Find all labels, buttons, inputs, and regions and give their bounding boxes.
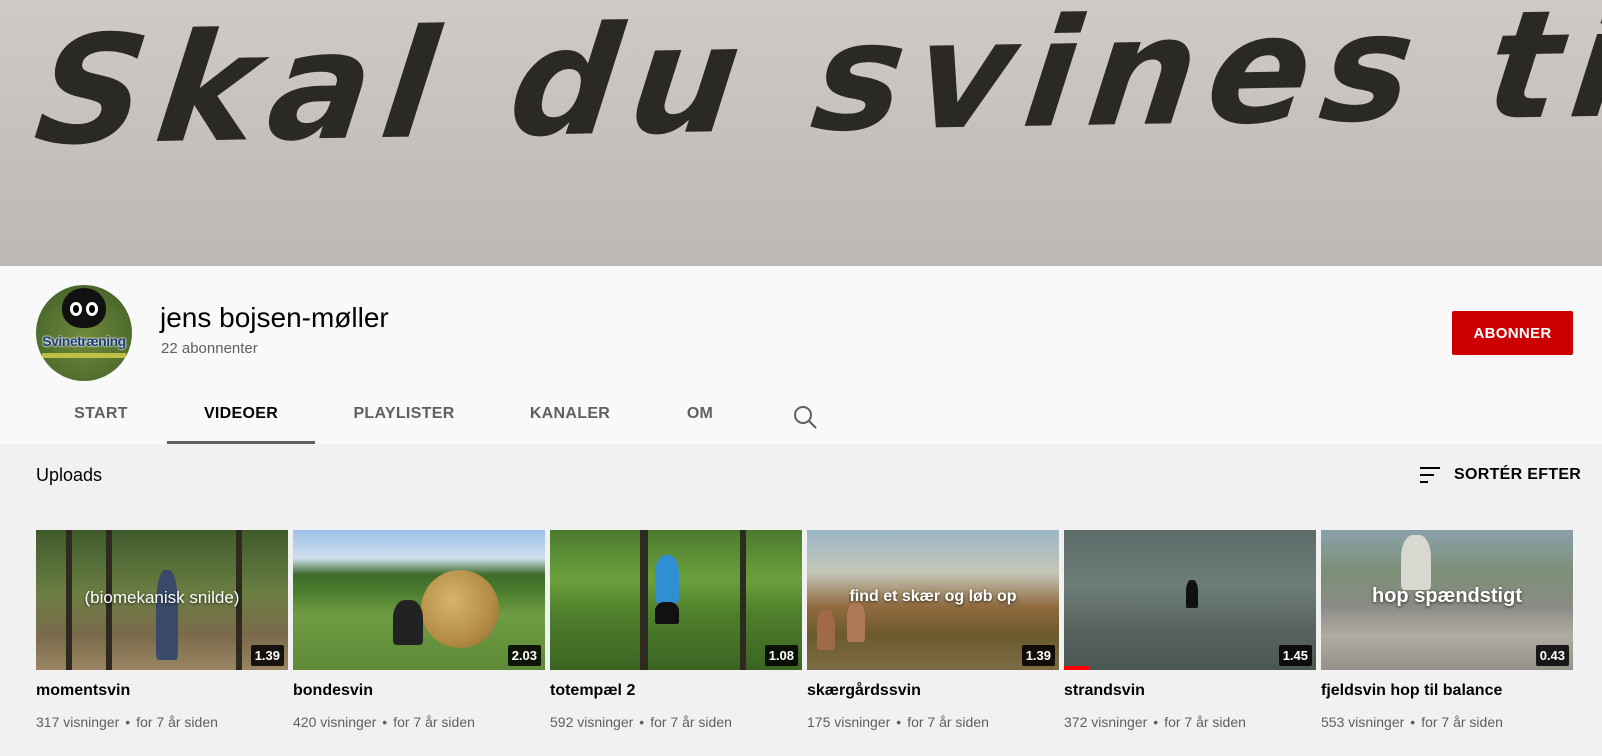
tab-playlists[interactable]: PLAYLISTER	[350, 386, 458, 444]
channel-banner: Skal du svines til!	[0, 0, 1602, 266]
channel-name: jens bojsen-møller	[160, 302, 389, 333]
video-title[interactable]: bondesvin	[293, 682, 373, 700]
avatar-text: Svinetræning	[42, 333, 126, 349]
video-meta: 175 visninger • for 7 år siden	[807, 714, 989, 730]
person-figure	[1186, 580, 1198, 608]
video-duration: 1.45	[1278, 645, 1312, 666]
video-card[interactable]: 1.45 strandsvin 372 visninger • for 7 år s…	[1064, 530, 1316, 750]
watch-progress-bar	[1064, 666, 1090, 670]
upload-age: for 7 år siden	[1421, 714, 1503, 730]
videos-section: Uploads SORTÉR EFTER (biomekanisk snilde…	[0, 444, 1602, 756]
video-title[interactable]: fjeldsvin hop til balance	[1321, 682, 1502, 700]
video-thumbnail[interactable]: find et skær og løb op 1.39	[807, 530, 1059, 670]
sort-label: SORTÉR EFTER	[1454, 466, 1582, 483]
avatar[interactable]: Svinetræning	[36, 285, 132, 381]
video-title[interactable]: momentsvin	[36, 682, 130, 700]
person-figure	[817, 610, 835, 650]
tree-trunk	[640, 530, 648, 670]
person-figure	[1401, 535, 1431, 590]
video-title[interactable]: totempæl 2	[550, 682, 635, 700]
thumbnail-overlay-text: find et skær og løb op	[849, 588, 1017, 605]
video-meta: 317 visninger • for 7 år siden	[36, 714, 218, 730]
tab-about[interactable]: OM	[682, 386, 718, 444]
upload-age: for 7 år siden	[136, 714, 218, 730]
video-thumbnail[interactable]: 2.03	[293, 530, 545, 670]
subscribe-button[interactable]: ABONNER	[1452, 311, 1573, 355]
video-card[interactable]: 2.03 bondesvin 420 visninger • for 7 år si…	[293, 530, 545, 750]
upload-age: for 7 år siden	[393, 714, 475, 730]
video-duration: 2.03	[507, 645, 541, 666]
upload-age: for 7 år siden	[650, 714, 732, 730]
video-grid: (biomekanisk snilde) 1.39 momentsvin 317…	[36, 530, 1573, 750]
eye-icon	[70, 302, 82, 316]
video-card[interactable]: hop spændstigt 0.43 fjeldsvin hop til ba…	[1321, 530, 1573, 750]
person-figure	[655, 555, 679, 603]
video-title[interactable]: strandsvin	[1064, 682, 1145, 700]
tab-channels[interactable]: KANALER	[528, 386, 612, 444]
view-count: 592 visninger	[550, 714, 634, 730]
view-count: 175 visninger	[807, 714, 891, 730]
view-count: 420 visninger	[293, 714, 377, 730]
tab-start[interactable]: START	[70, 386, 132, 444]
view-count: 372 visninger	[1064, 714, 1148, 730]
video-thumbnail[interactable]: 1.08	[550, 530, 802, 670]
view-count: 317 visninger	[36, 714, 120, 730]
search-icon[interactable]	[790, 402, 820, 432]
thumbnail-overlay-text: hop spændstigt	[1372, 585, 1522, 607]
video-card[interactable]: find et skær og løb op 1.39 skærgårdssvi…	[807, 530, 1059, 750]
banner-text: Skal du svines til!	[27, 0, 1602, 180]
subscriber-count: 22 abonnenter	[161, 340, 258, 357]
video-duration: 1.39	[250, 645, 284, 666]
video-meta: 592 visninger • for 7 år siden	[550, 714, 732, 730]
video-meta: 420 visninger • for 7 år siden	[293, 714, 475, 730]
video-thumbnail[interactable]: (biomekanisk snilde) 1.39	[36, 530, 288, 670]
pig-logo-icon	[62, 288, 106, 328]
video-meta: 372 visninger • for 7 år siden	[1064, 714, 1246, 730]
eye-icon	[86, 302, 98, 316]
video-meta: 553 visninger • for 7 år siden	[1321, 714, 1503, 730]
hay-bale	[421, 570, 499, 648]
view-count: 553 visninger	[1321, 714, 1405, 730]
upload-age: for 7 år siden	[907, 714, 989, 730]
person-figure	[393, 600, 423, 645]
sort-icon	[1420, 467, 1440, 483]
video-thumbnail[interactable]: hop spændstigt 0.43	[1321, 530, 1573, 670]
video-title[interactable]: skærgårdssvin	[807, 682, 921, 700]
video-duration: 1.39	[1021, 645, 1055, 666]
video-duration: 1.08	[764, 645, 798, 666]
person-figure	[847, 602, 865, 642]
section-title: Uploads	[36, 465, 103, 485]
thumbnail-overlay-text: (biomekanisk snilde)	[84, 588, 240, 607]
channel-header: Svinetræning jens bojsen-møller 22 abonn…	[0, 266, 1602, 444]
tab-videos[interactable]: VIDEOER	[167, 386, 315, 444]
channel-tabs: START VIDEOER PLAYLISTER KANALER OM	[0, 386, 1602, 444]
person-figure	[156, 570, 178, 660]
sort-button[interactable]: SORTÉR EFTER	[1418, 460, 1581, 490]
avatar-strip	[42, 353, 126, 358]
video-thumbnail[interactable]: 1.45	[1064, 530, 1316, 670]
video-duration: 0.43	[1535, 645, 1569, 666]
person-legs	[655, 602, 679, 624]
tree-trunk	[740, 530, 746, 670]
video-card[interactable]: (biomekanisk snilde) 1.39 momentsvin 317…	[36, 530, 288, 750]
upload-age: for 7 år siden	[1164, 714, 1246, 730]
video-card[interactable]: 1.08 totempæl 2 592 visninger • for 7 år s…	[550, 530, 802, 750]
